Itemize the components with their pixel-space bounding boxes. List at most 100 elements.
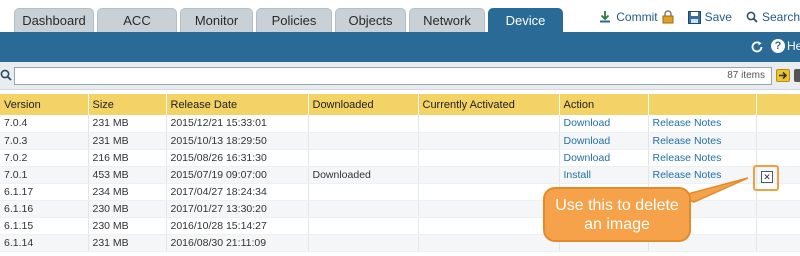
delete-cell	[756, 132, 800, 150]
release-notes-link[interactable]: Release Notes	[648, 115, 757, 133]
size-cell: 231 MB	[88, 132, 167, 150]
callout-tooltip: Use this to delete an image	[543, 187, 691, 242]
release-date-cell: 2015/08/26 16:31:30	[166, 149, 309, 167]
version-cell: 6.1.14	[0, 234, 89, 252]
callout-line-1: Use this to delete	[555, 196, 679, 214]
callout-line-2: an image	[584, 215, 650, 233]
download-link[interactable]: Download	[559, 149, 649, 167]
table-row: 7.0.2 216 MB 2015/08/26 16:31:30 Downloa…	[0, 149, 800, 167]
size-cell: 231 MB	[88, 234, 167, 252]
filter-search-icon	[0, 69, 12, 81]
help-icon: ?	[771, 39, 785, 53]
version-cell: 6.1.15	[0, 217, 89, 235]
column-header-size[interactable]: Size	[88, 94, 167, 115]
save-button[interactable]: Save	[687, 10, 732, 24]
apply-filter-button[interactable]	[776, 69, 790, 82]
delete-cell	[756, 149, 800, 167]
delete-cell	[756, 234, 800, 252]
version-cell: 6.1.16	[0, 200, 89, 218]
search-icon	[746, 11, 758, 23]
delete-cell	[756, 217, 800, 235]
download-link[interactable]: Download	[559, 115, 649, 133]
delete-cell	[756, 115, 800, 133]
item-count: 87 items	[727, 70, 765, 81]
column-header-delete	[756, 94, 800, 115]
downloaded-cell	[308, 149, 419, 167]
clear-filter-button[interactable]	[794, 69, 800, 82]
activated-cell	[418, 217, 560, 235]
release-date-cell: 2016/08/30 21:11:09	[166, 234, 309, 252]
table-row: 7.0.3 231 MB 2015/10/13 18:29:50 Downloa…	[0, 132, 800, 150]
downloaded-cell	[308, 234, 419, 252]
release-date-cell: 2015/07/19 09:07:00	[166, 166, 309, 184]
release-date-cell: 2017/04/27 18:24:34	[166, 183, 309, 201]
commit-icon	[600, 11, 611, 23]
table-row: 7.0.4 231 MB 2015/12/21 15:33:01 Downloa…	[0, 115, 800, 133]
activated-cell	[418, 149, 560, 167]
size-cell: 230 MB	[88, 217, 167, 235]
filter-bar: 87 items	[0, 62, 800, 90]
tab-acc[interactable]: ACC	[97, 8, 177, 32]
install-link[interactable]: Install	[559, 166, 649, 184]
column-header-version[interactable]: Version	[0, 94, 89, 115]
search-label: Search	[761, 10, 800, 24]
main-tabs: Dashboard ACC Monitor Policies Objects N…	[14, 8, 563, 32]
size-cell: 234 MB	[88, 183, 167, 201]
device-toolbar: ? Help	[0, 32, 800, 62]
arrow-right-icon	[779, 71, 788, 80]
tab-device[interactable]: Device	[488, 8, 563, 32]
column-header-currently-activated[interactable]: Currently Activated	[418, 94, 560, 115]
size-cell: 453 MB	[88, 166, 167, 184]
version-cell: 7.0.2	[0, 149, 89, 167]
version-cell: 7.0.1	[0, 166, 89, 184]
tab-monitor[interactable]: Monitor	[180, 8, 253, 32]
release-date-cell: 2015/10/13 18:29:50	[166, 132, 309, 150]
size-cell: 230 MB	[88, 200, 167, 218]
activated-cell	[418, 234, 560, 252]
downloaded-cell	[308, 200, 419, 218]
column-header-action[interactable]: Action	[559, 94, 649, 115]
activated-cell	[418, 200, 560, 218]
tab-dashboard[interactable]: Dashboard	[14, 8, 94, 32]
table-header: Version Size Release Date Downloaded Cur…	[0, 94, 800, 115]
column-header-downloaded[interactable]: Downloaded	[308, 94, 419, 115]
activated-cell	[418, 183, 560, 201]
help-label: Help	[787, 39, 800, 53]
release-date-cell: 2015/12/21 15:33:01	[166, 115, 309, 133]
release-notes-link[interactable]: Release Notes	[648, 149, 757, 167]
size-cell: 231 MB	[88, 115, 167, 133]
activated-cell	[418, 166, 560, 184]
save-icon	[687, 10, 701, 24]
downloaded-cell	[308, 183, 419, 201]
column-header-release-date[interactable]: Release Date	[166, 94, 309, 115]
version-cell: 7.0.3	[0, 132, 89, 150]
tab-objects[interactable]: Objects	[335, 8, 406, 32]
commit-button[interactable]: Commit	[598, 10, 674, 24]
delete-icon[interactable]: ✕	[761, 171, 773, 183]
top-actions: Commit Save Search	[598, 10, 800, 24]
download-link[interactable]: Download	[559, 132, 649, 150]
tab-policies[interactable]: Policies	[256, 8, 332, 32]
refresh-icon[interactable]	[750, 40, 764, 54]
save-label: Save	[704, 10, 732, 24]
commit-label: Commit	[616, 10, 658, 24]
release-notes-link[interactable]: Release Notes	[648, 132, 757, 150]
search-button[interactable]: Search	[746, 10, 800, 24]
activated-cell	[418, 115, 560, 133]
version-cell: 7.0.4	[0, 115, 89, 133]
activated-cell	[418, 132, 560, 150]
downloaded-cell: Downloaded	[308, 166, 419, 184]
release-date-cell: 2016/10/28 15:14:27	[166, 217, 309, 235]
downloaded-cell	[308, 217, 419, 235]
filter-input[interactable]: 87 items	[14, 67, 772, 85]
size-cell: 216 MB	[88, 149, 167, 167]
version-cell: 6.1.17	[0, 183, 89, 201]
delete-cell	[756, 200, 800, 218]
callout-pointer	[680, 177, 749, 203]
top-nav-bar: Dashboard ACC Monitor Policies Objects N…	[0, 0, 800, 32]
column-header-notes	[648, 94, 757, 115]
tab-network[interactable]: Network	[409, 8, 485, 32]
help-button[interactable]: ? Help	[771, 39, 800, 53]
lock-icon[interactable]	[662, 10, 674, 24]
downloaded-cell	[308, 115, 419, 133]
